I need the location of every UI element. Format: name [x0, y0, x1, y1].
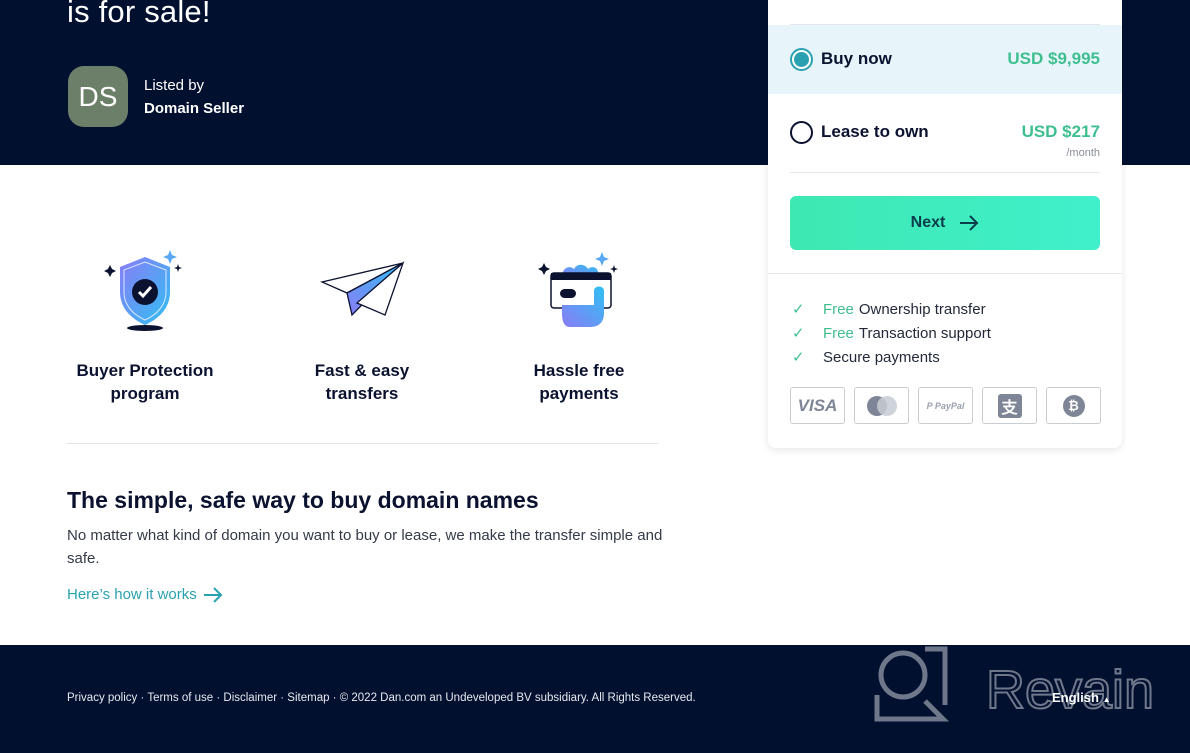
arrow-right-icon: [960, 215, 979, 231]
shield-check-icon: [65, 245, 225, 335]
bitcoin-icon: ₿: [1046, 387, 1101, 424]
benefits-row: Buyer Protection program Fast & easy tra…: [67, 245, 658, 410]
option-buy-now[interactable]: Buy now USD $9,995: [768, 25, 1122, 94]
paypal-icon: P PayPal: [918, 387, 973, 424]
benefit-label: Fast & easy transfers: [314, 361, 410, 403]
section-body: No matter what kind of domain you want t…: [67, 527, 663, 567]
footer: Revain Privacy policy · Terms of use · D…: [0, 645, 1190, 753]
disclaimer-link[interactable]: Disclaimer: [223, 692, 277, 704]
feature-text: Secure payments: [823, 348, 940, 366]
check-icon: ✓: [792, 349, 805, 366]
free-label: Free: [823, 300, 854, 318]
payment-methods: VISA P PayPal 支 ₿: [790, 387, 1101, 424]
paper-plane-icon: [282, 245, 442, 335]
card-hand-icon: [499, 245, 659, 335]
seller-name[interactable]: Domain Seller: [144, 100, 244, 117]
footer-links: Privacy policy · Terms of use · Disclaim…: [67, 692, 696, 704]
listed-by-label: Listed by: [144, 77, 205, 94]
revain-logo-icon: [874, 646, 950, 722]
divider: [768, 273, 1122, 274]
how-it-works-link[interactable]: Here’s how it works: [67, 586, 223, 603]
how-it-works-label: Here’s how it works: [67, 586, 197, 603]
benefit-hassle-free-payments: Hassle free payments: [499, 245, 659, 405]
option-label: Buy now: [821, 49, 892, 68]
section-title: The simple, safe way to buy domain names: [67, 487, 539, 513]
divider: [790, 172, 1100, 173]
divider: [67, 443, 658, 444]
feature-list: ✓ Free Ownership transfer ✓ Free Transac…: [792, 297, 991, 369]
feature-item: ✓ Free Transaction support: [792, 321, 991, 345]
feature-text: Ownership transfer: [858, 300, 986, 318]
option-price-period: /month: [1066, 147, 1100, 159]
option-label: Lease to own: [821, 122, 929, 141]
seller-avatar: DS: [68, 66, 128, 127]
sitemap-link[interactable]: Sitemap: [287, 692, 329, 704]
revain-watermark: Revain: [873, 645, 1173, 725]
feature-text: Transaction support: [858, 324, 991, 342]
benefit-label: Hassle free payments: [533, 361, 625, 403]
option-price: USD $217: [1021, 122, 1100, 141]
check-icon: ✓: [792, 301, 805, 318]
option-price: USD $9,995: [1007, 49, 1100, 68]
language-label: English: [1052, 690, 1099, 705]
terms-of-use-link[interactable]: Terms of use: [147, 692, 213, 704]
mastercard-icon: [854, 387, 909, 424]
benefit-buyer-protection: Buyer Protection program: [65, 245, 225, 405]
visa-icon: VISA: [790, 387, 845, 424]
alipay-icon: 支: [982, 387, 1037, 424]
next-button-label: Next: [910, 214, 946, 231]
radio-buy-now[interactable]: [790, 48, 813, 71]
check-icon: ✓: [792, 325, 805, 342]
privacy-policy-link[interactable]: Privacy policy: [67, 692, 137, 704]
feature-item: ✓ Free Ownership transfer: [792, 297, 991, 321]
benefit-fast-transfers: Fast & easy transfers: [282, 245, 442, 405]
benefit-label: Buyer Protection program: [76, 361, 214, 403]
purchase-card: Lease to Own Buy now USD $9,995 Lease to…: [768, 0, 1122, 448]
tab-lease-to-own[interactable]: Lease to Own: [790, 0, 883, 4]
copyright-text: © 2022 Dan.com an Undeveloped BV subsidi…: [339, 692, 696, 704]
next-button[interactable]: Next: [790, 196, 1100, 250]
chevron-up-icon: ▲: [1102, 695, 1111, 704]
free-label: Free: [823, 324, 854, 342]
arrow-right-icon: [203, 586, 223, 603]
radio-lease-to-own[interactable]: [790, 121, 813, 144]
option-lease-to-own[interactable]: Lease to own USD $217 /month: [768, 96, 1122, 172]
feature-item: ✓ Secure payments: [792, 345, 991, 369]
hero-title: is for sale!: [67, 0, 211, 29]
language-selector[interactable]: English ▲: [1052, 690, 1111, 705]
